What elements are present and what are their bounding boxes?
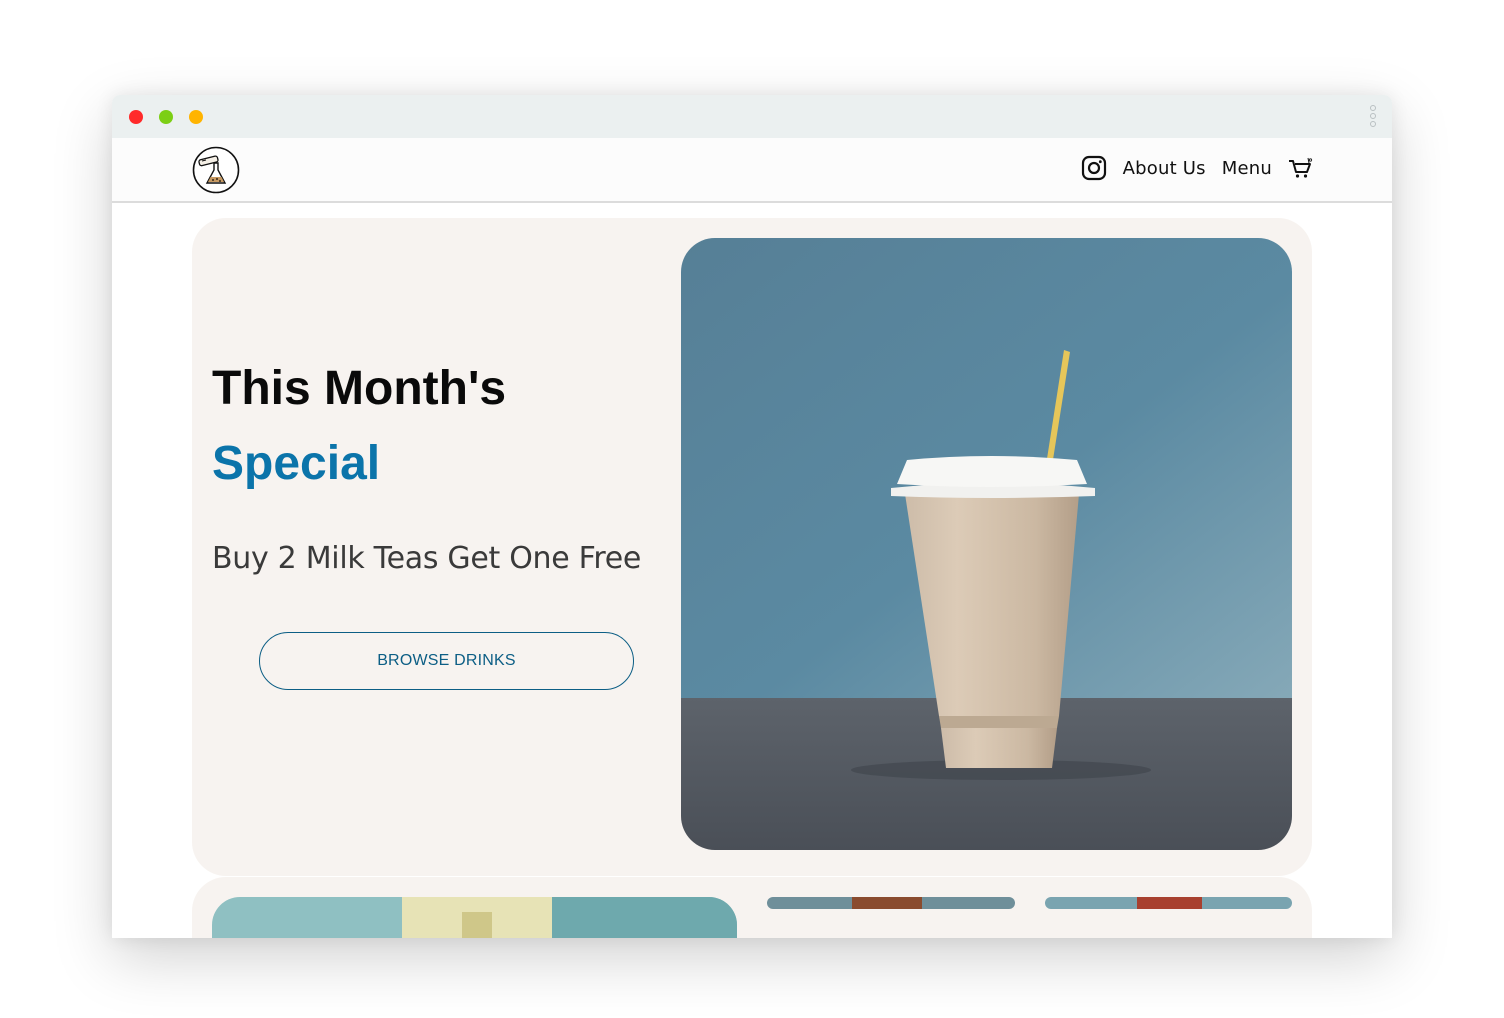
milk-tea-cup-image bbox=[681, 238, 1292, 850]
nav-menu-link[interactable]: Menu bbox=[1222, 158, 1272, 179]
hero-title-accent: Special bbox=[212, 437, 381, 490]
browse-drinks-button[interactable]: BROWSE DRINKS bbox=[259, 632, 634, 690]
browser-titlebar bbox=[112, 95, 1392, 138]
browser-window: About Us Menu This Month's Special Buy 2… bbox=[112, 95, 1392, 938]
nav-about-us-link[interactable]: About Us bbox=[1123, 158, 1206, 179]
cart-icon[interactable] bbox=[1288, 156, 1314, 180]
boba-flask-logo-icon[interactable] bbox=[192, 146, 240, 194]
maximize-window-button[interactable] bbox=[189, 110, 203, 124]
instagram-icon[interactable] bbox=[1081, 155, 1107, 181]
site-navbar: About Us Menu bbox=[112, 138, 1392, 203]
browser-menu-icon[interactable] bbox=[1370, 105, 1378, 129]
hero-subtitle: Buy 2 Milk Teas Get One Free bbox=[212, 541, 642, 576]
minimize-window-button[interactable] bbox=[159, 110, 173, 124]
drink-thumbnail-image[interactable] bbox=[1045, 897, 1292, 909]
hero-title: This Month's bbox=[212, 362, 507, 415]
featured-drinks-section bbox=[192, 877, 1312, 938]
featured-drink-image[interactable] bbox=[212, 897, 737, 938]
close-window-button[interactable] bbox=[129, 110, 143, 124]
hero-section: This Month's Special Buy 2 Milk Teas Get… bbox=[192, 218, 1312, 876]
drink-thumbnail-image[interactable] bbox=[767, 897, 1015, 909]
